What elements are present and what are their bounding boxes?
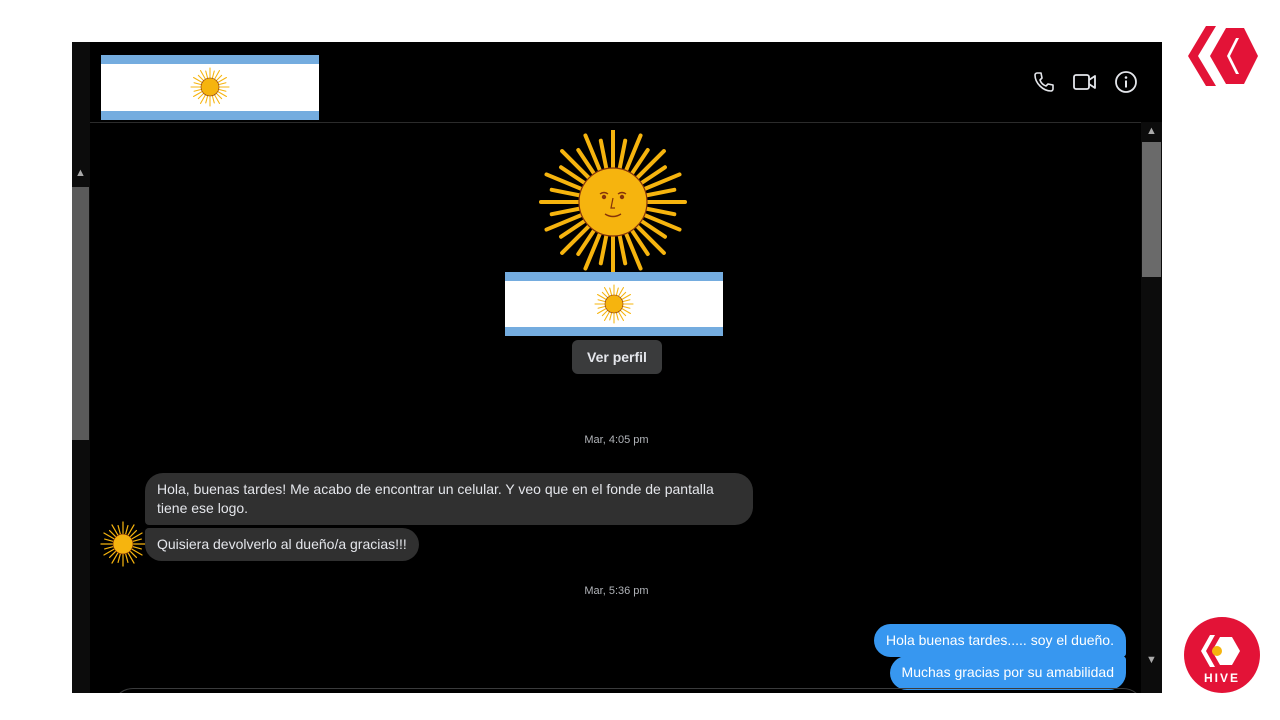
header-avatar-flag[interactable] bbox=[101, 55, 319, 120]
timestamp: Mar, 5:36 pm bbox=[584, 585, 649, 597]
phone-icon[interactable] bbox=[1032, 70, 1056, 94]
hive-logo bbox=[1186, 24, 1260, 93]
left-scrollbar-thumb[interactable] bbox=[72, 187, 89, 440]
profile-flag-image bbox=[505, 272, 723, 336]
messenger-window: ▲ Ver perfil Mar, 4:05 pm Hola, buenas t… bbox=[72, 42, 1162, 693]
scroll-down-icon[interactable]: ▼ bbox=[1146, 654, 1157, 666]
message-input[interactable] bbox=[112, 688, 1144, 693]
outgoing-message[interactable]: Hola buenas tardes..... soy el dueño. bbox=[873, 624, 1126, 657]
chat-scrollbar-thumb[interactable] bbox=[1142, 142, 1161, 277]
profile-sun-image bbox=[538, 128, 688, 280]
hive-badge-text: HIVE bbox=[1204, 671, 1240, 685]
view-profile-button[interactable]: Ver perfil bbox=[572, 340, 662, 374]
header-actions bbox=[1032, 70, 1138, 94]
info-icon[interactable] bbox=[1114, 70, 1138, 94]
timestamp: Mar, 4:05 pm bbox=[584, 434, 649, 446]
hive-badge: HIVE bbox=[1183, 617, 1261, 693]
incoming-message[interactable]: Hola, buenas tardes! Me acabo de encontr… bbox=[145, 473, 753, 525]
outgoing-message[interactable]: Muchas gracias por su amabilidad bbox=[889, 656, 1126, 690]
incoming-message[interactable]: Quisiera devolverlo al dueño/a gracias!!… bbox=[145, 528, 419, 561]
sender-avatar[interactable] bbox=[100, 521, 146, 572]
left-scroll-up-icon[interactable]: ▲ bbox=[75, 167, 86, 179]
sun-of-may-icon bbox=[594, 284, 634, 324]
video-icon[interactable] bbox=[1072, 70, 1098, 94]
scroll-up-icon[interactable]: ▲ bbox=[1146, 125, 1157, 137]
sun-of-may-icon bbox=[190, 67, 230, 107]
chat-header bbox=[90, 42, 1162, 123]
